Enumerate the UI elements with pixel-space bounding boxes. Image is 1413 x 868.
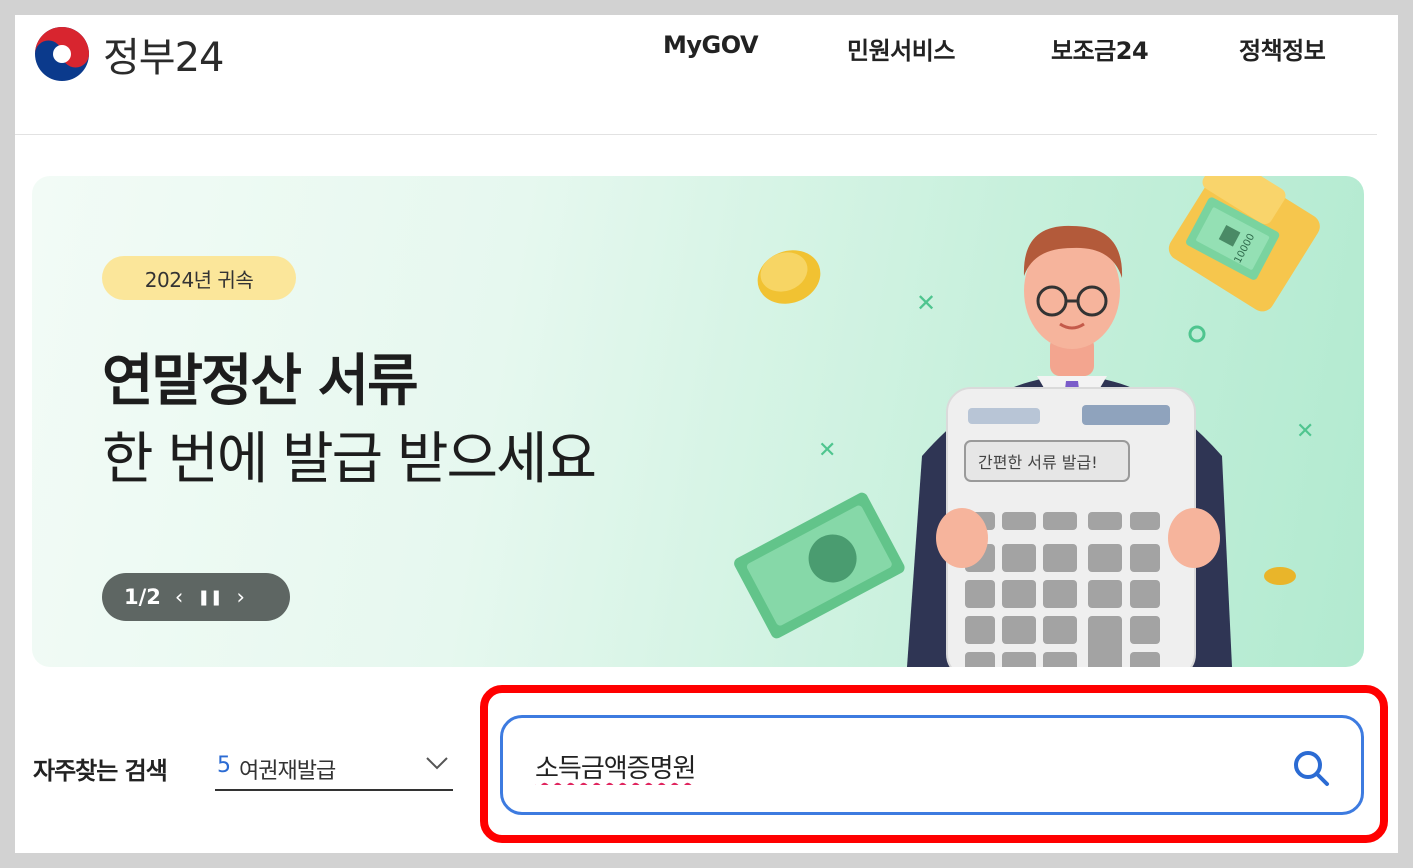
search-box[interactable] [500,715,1364,815]
next-slide-icon[interactable]: › [236,585,244,609]
site-header: 정부24 MyGOV 민원서비스 보조금24 정책정보 [15,15,1377,135]
svg-text:✕: ✕ [1296,419,1314,444]
svg-text:✕: ✕ [818,438,836,463]
search-input[interactable] [535,746,1235,786]
pause-icon[interactable]: ❚❚ [197,588,222,606]
search-icon[interactable] [1291,748,1331,788]
chevron-down-icon [426,757,448,770]
banner-pager: 1/2 ‹ ❚❚ › [102,573,290,621]
pager-count: 1/2 [124,585,161,609]
nav-subsidy24[interactable]: 보조금24 [1051,31,1149,66]
frequent-search-dropdown[interactable]: 5 여권재발급 [215,745,453,791]
svg-text:간편한 서류 발급!: 간편한 서류 발급! [978,453,1098,472]
money-bill-icon [734,492,905,639]
coin-icon [1264,567,1296,585]
promo-banner[interactable]: 10000 ✕ ✕ ✕ 간편한 서류 발급! 2024년 귀속 연말정산 서류 … [32,176,1364,667]
frequent-rank: 5 [217,753,231,778]
svg-text:✕: ✕ [916,289,936,317]
page: 정부24 MyGOV 민원서비스 보조금24 정책정보 10000 ✕ ✕ ✕ … [15,15,1398,853]
main-nav: MyGOV 민원서비스 보조금24 정책정보 [15,31,1377,71]
nav-mygov[interactable]: MyGOV [663,31,759,59]
nav-policy-info[interactable]: 정책정보 [1239,31,1326,66]
nav-civil-services[interactable]: 민원서비스 [847,31,955,66]
frequent-term: 여권재발급 [239,759,336,784]
year-badge: 2024년 귀속 [102,256,296,300]
banner-headline: 연말정산 서류 [102,349,419,414]
banner-subline: 한 번에 발급 받으세요 [102,427,597,492]
frequent-search-label: 자주찾는 검색 [33,757,168,785]
prev-slide-icon[interactable]: ‹ [175,585,183,609]
